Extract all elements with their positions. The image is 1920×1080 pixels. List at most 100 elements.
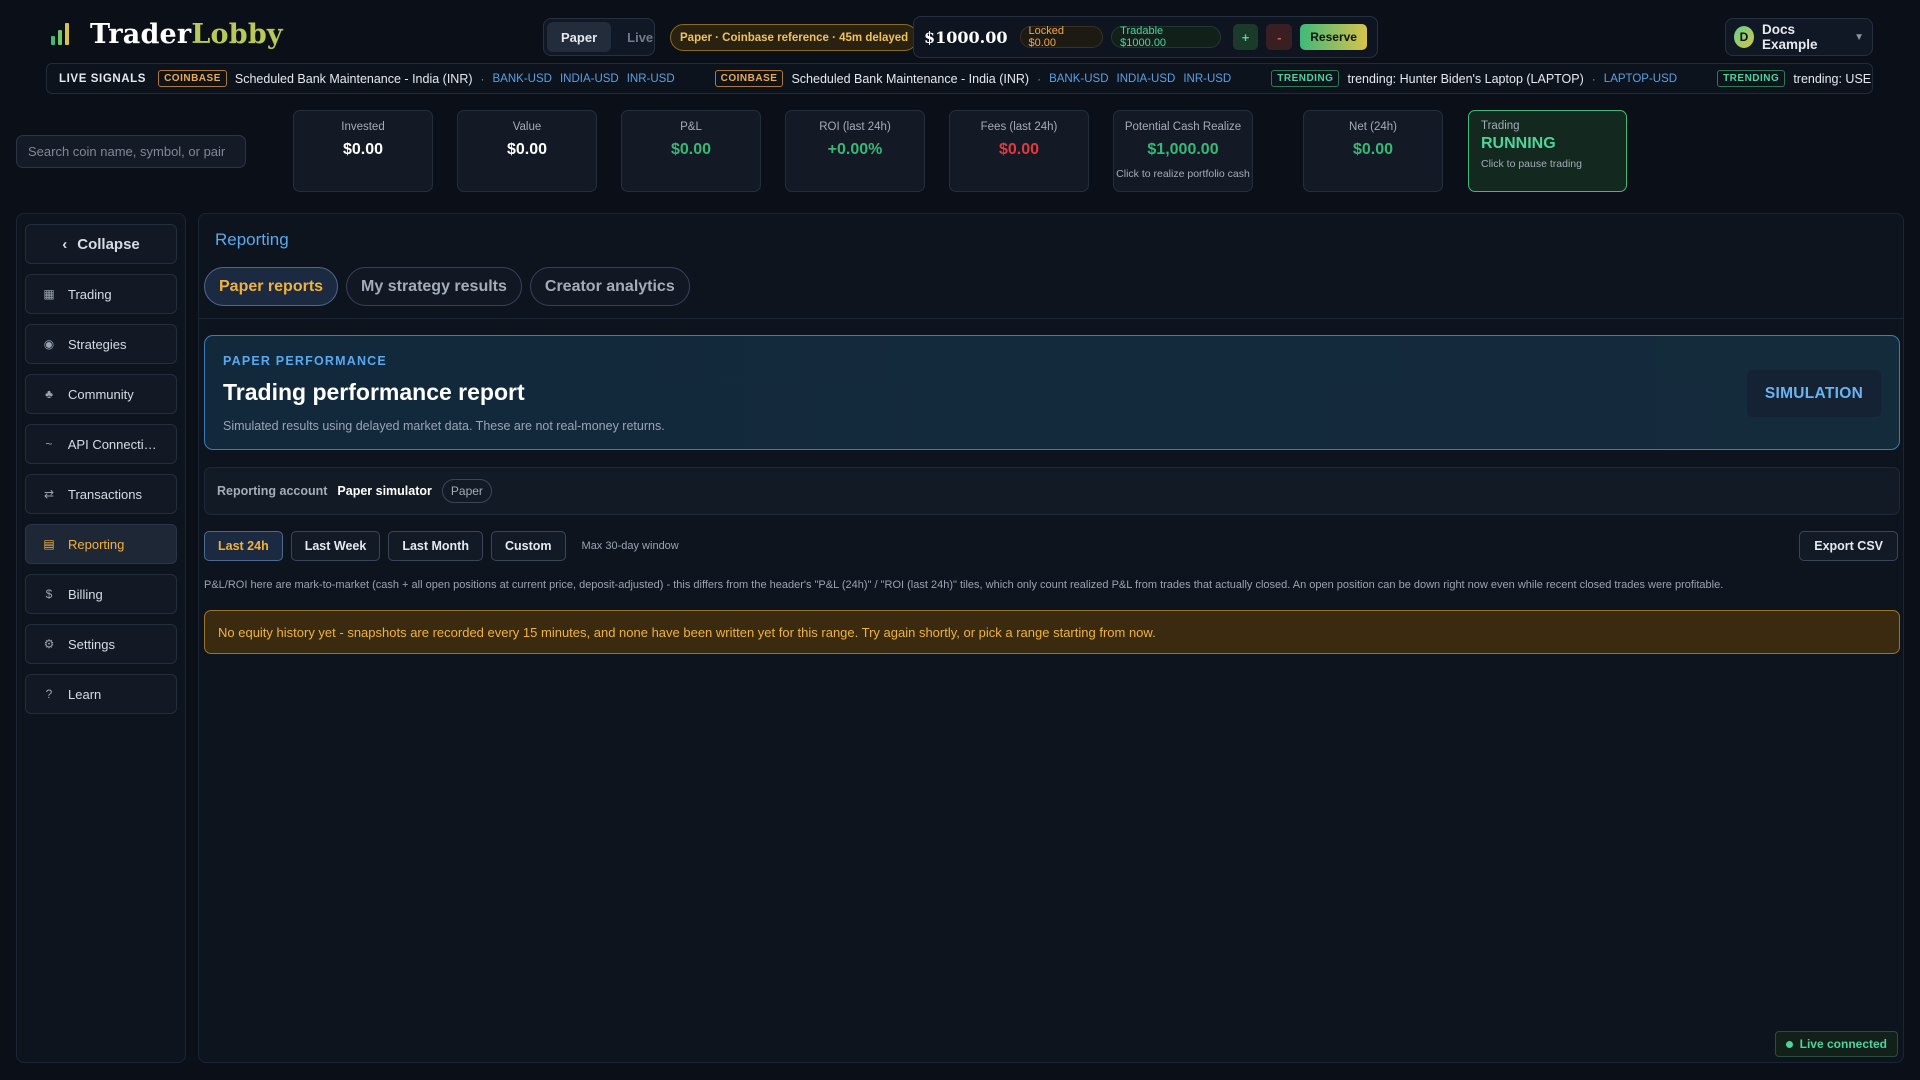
sidebar-item-label: Billing <box>68 586 103 602</box>
reporting-account-label: Reporting account <box>217 484 328 498</box>
stat-pnl-value: $0.00 <box>670 141 712 158</box>
remove-funds-button[interactable]: - <box>1266 24 1293 50</box>
status-dot-icon <box>1785 1040 1793 1048</box>
page-title: Reporting <box>215 230 289 249</box>
locked-balance-pill: Locked $0.00 <box>1019 25 1104 49</box>
ticker-symbol-link[interactable]: INR-USD <box>1183 73 1231 85</box>
mode-live-button[interactable]: Live <box>613 22 667 52</box>
community-icon: ♣ <box>45 387 53 401</box>
bar-chart-icon <box>50 21 74 47</box>
avatar: D <box>1734 26 1755 48</box>
transactions-icon: ⇄ <box>43 487 55 501</box>
sidebar-item-settings[interactable]: ⚙ Settings <box>25 624 177 664</box>
sidebar: ‹ Collapse ▦ Trading ◉ Strategies ♣ Community… <box>16 213 186 1063</box>
logo[interactable]: TraderLobby <box>50 16 283 52</box>
sidebar-item-community[interactable]: ♣ Community <box>25 374 177 414</box>
tabs-divider <box>199 318 1903 319</box>
tab-my-strategy-results[interactable]: My strategy results <box>346 267 522 306</box>
sidebar-item-label: Transactions <box>68 486 142 502</box>
live-connection-status: Live connected <box>1774 1031 1898 1057</box>
ticker-text: Scheduled Bank Maintenance - India (INR) <box>234 71 473 86</box>
range-custom-button[interactable]: Custom <box>491 531 566 561</box>
range-last-month-button[interactable]: Last Month <box>388 531 483 561</box>
report-tabs: Paper reports My strategy results Creato… <box>204 267 690 306</box>
ticker-separator: · <box>480 71 485 86</box>
user-menu[interactable]: D Docs Example ▼ <box>1725 18 1873 56</box>
stat-roi-value: +0.00% <box>827 141 883 158</box>
main-panel: Reporting Paper reports My strategy resu… <box>198 213 1904 1063</box>
balance-amount: $1000.00 <box>924 27 1008 47</box>
sidebar-item-label: Reporting <box>68 536 125 552</box>
sidebar-item-api-connections[interactable]: ~ API Connectio... <box>25 424 177 464</box>
stat-potential-cash-value: $1,000.00 <box>1147 141 1219 158</box>
sidebar-item-strategies[interactable]: ◉ Strategies <box>25 324 177 364</box>
sidebar-item-billing[interactable]: $ Billing <box>25 574 177 614</box>
account-type-badge: Paper <box>441 479 492 503</box>
chevron-down-icon: ▼ <box>1854 31 1864 43</box>
stat-value: Value $0.00 <box>457 110 597 192</box>
add-funds-button[interactable]: + <box>1232 24 1259 50</box>
logo-text: TraderLobby <box>90 18 283 50</box>
ticker-source-badge: COINBASE <box>714 70 784 87</box>
search-input[interactable] <box>16 135 246 168</box>
ticker-item[interactable]: COINBASE Scheduled Bank Maintenance - Ind… <box>714 70 1231 87</box>
tab-paper-reports[interactable]: Paper reports <box>204 267 339 306</box>
settings-icon: ⚙ <box>43 637 55 651</box>
performance-title: Trading performance report <box>223 379 525 405</box>
ticker-source-badge: COINBASE <box>158 70 227 87</box>
performance-card: PAPER PERFORMANCE Trading performance re… <box>204 335 1900 450</box>
tab-creator-analytics[interactable]: Creator analytics <box>529 267 690 306</box>
reporting-account-name: Paper simulator <box>337 484 432 498</box>
reporting-icon: ▤ <box>43 537 55 551</box>
no-history-warning: No equity history yet - snapshots are re… <box>204 610 1900 654</box>
trading-state: RUNNING <box>1481 135 1556 152</box>
ticker-symbol-link[interactable]: BANK-USD <box>493 73 552 85</box>
ticker-symbol-link[interactable]: INDIA-USD <box>1117 73 1176 85</box>
export-csv-button[interactable]: Export CSV <box>1799 531 1898 561</box>
ticker-separator: · <box>1591 71 1596 86</box>
reporting-account-row: Reporting account Paper simulator Paper <box>204 467 1900 515</box>
reserve-button[interactable]: Reserve <box>1300 24 1367 50</box>
sidebar-item-label: Settings <box>68 636 115 652</box>
billing-icon: $ <box>45 587 53 601</box>
range-last-24h-button[interactable]: Last 24h <box>204 531 283 561</box>
stat-potential-cash[interactable]: Potential Cash Realize $1,000.00 Click t… <box>1113 110 1253 192</box>
live-signals-ticker: LIVE SIGNALS COINBASE Scheduled Bank Main… <box>46 63 1873 94</box>
ticker-symbol-link[interactable]: LAPTOP-USD <box>1604 73 1677 85</box>
performance-kicker: PAPER PERFORMANCE <box>223 354 387 368</box>
stat-fees: Fees (last 24h) $0.00 <box>949 110 1089 192</box>
top-header: TraderLobby Paper Live Paper · Coinbase … <box>0 0 1920 60</box>
sidebar-item-learn[interactable]: ? Learn <box>25 674 177 714</box>
mode-paper-button[interactable]: Paper <box>547 22 612 52</box>
ticker-text: trending: Hunter Biden's Laptop (LAPTOP) <box>1347 71 1584 86</box>
stat-net-value: $0.00 <box>1352 141 1394 158</box>
sidebar-item-label: Community <box>68 386 134 402</box>
ticker-source-badge: TRENDING <box>1717 70 1786 87</box>
stat-value-value: $0.00 <box>506 141 548 158</box>
range-last-week-button[interactable]: Last Week <box>290 531 381 561</box>
sidebar-item-reporting[interactable]: ▤ Reporting <box>25 524 177 564</box>
stat-net: Net (24h) $0.00 <box>1303 110 1443 192</box>
sidebar-item-trading[interactable]: ▦ Trading <box>25 274 177 314</box>
ticker-item[interactable]: TRENDING trending: USELESS STONK (STONK <box>1717 70 1872 87</box>
ticker-item[interactable]: COINBASE Scheduled Bank Maintenance - Ind… <box>158 70 675 87</box>
mode-toggle: Paper Live <box>543 18 655 56</box>
strategies-icon: ◉ <box>43 337 55 351</box>
ticker-item[interactable]: TRENDING trending: Hunter Biden's Laptop … <box>1271 70 1677 87</box>
live-signals-label: LIVE SIGNALS <box>59 72 147 85</box>
range-note: Max 30-day window <box>581 540 679 552</box>
ticker-symbol-link[interactable]: INR-USD <box>627 73 675 85</box>
stat-roi: ROI (last 24h) +0.00% <box>785 110 925 192</box>
balance-box: $1000.00 Locked $0.00 Tradable $1000.00 … <box>913 16 1378 58</box>
ticker-symbol-link[interactable]: INDIA-USD <box>560 73 619 85</box>
sidebar-item-label: Trading <box>68 286 112 302</box>
api-connections-icon: ~ <box>45 437 53 451</box>
ticker-symbol-link[interactable]: BANK-USD <box>1049 73 1108 85</box>
sidebar-item-transactions[interactable]: ⇄ Transactions <box>25 474 177 514</box>
trading-status-card[interactable]: Trading RUNNING Click to pause trading <box>1468 110 1627 192</box>
chevron-left-icon: ‹ <box>62 235 68 253</box>
stat-invested: Invested $0.00 <box>293 110 433 192</box>
collapse-button[interactable]: ‹ Collapse <box>25 224 177 264</box>
stat-pnl: P&L $0.00 <box>621 110 761 192</box>
ticker-text: trending: USELESS STONK (STONK <box>1793 71 1872 86</box>
